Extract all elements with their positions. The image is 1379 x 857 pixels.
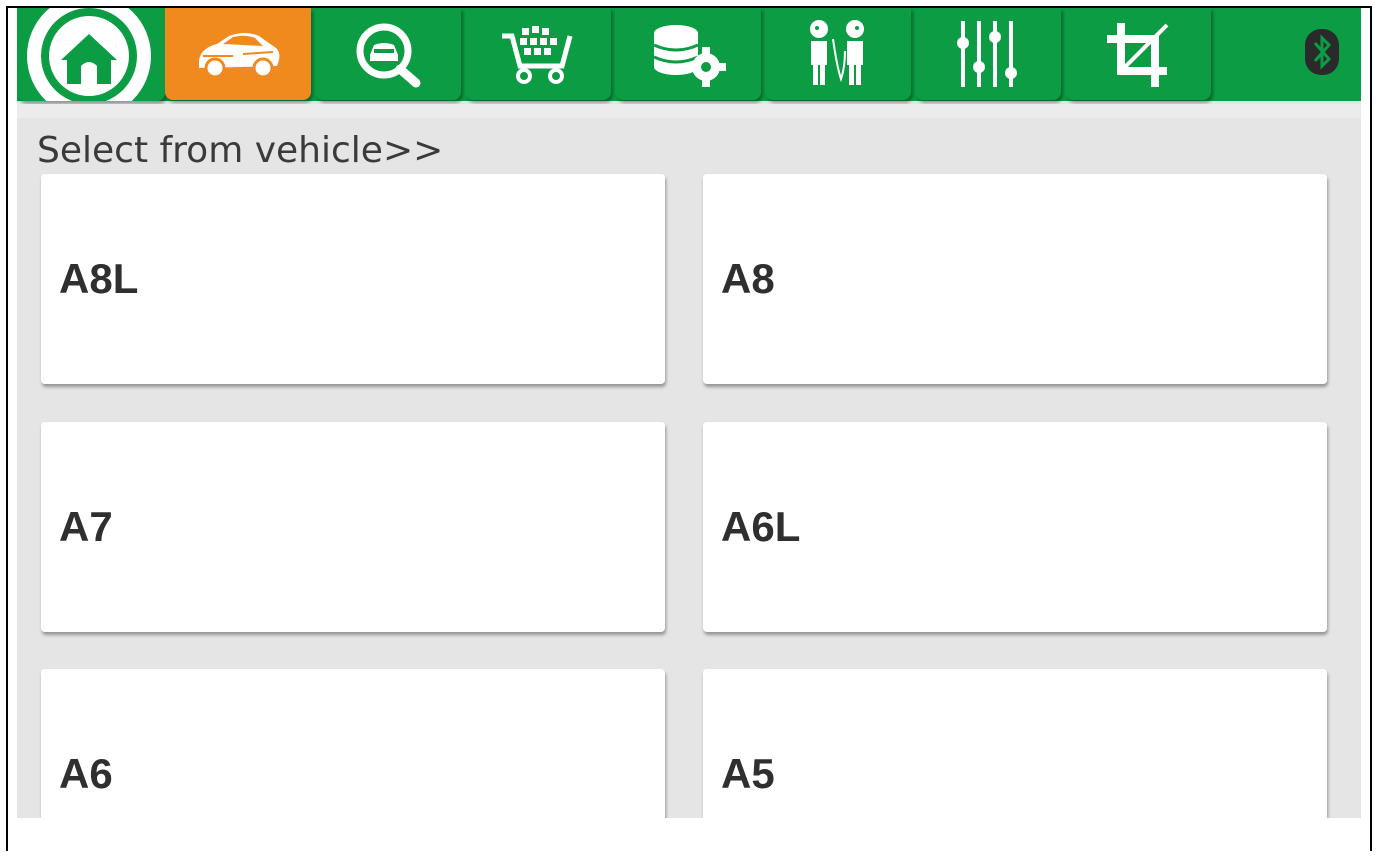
tab-home[interactable]	[17, 8, 165, 101]
tab-data[interactable]	[615, 8, 761, 100]
tab-settings[interactable]	[915, 8, 1061, 100]
top-toolbar	[17, 8, 1361, 101]
vehicle-label: A5	[721, 750, 775, 797]
people-talking-icon	[803, 17, 873, 91]
tab-crop[interactable]	[1065, 8, 1211, 100]
vehicle-label: A6	[59, 750, 113, 797]
database-gear-icon	[646, 19, 730, 89]
toolbar-shadow	[17, 104, 1361, 118]
vehicle-card[interactable]: A8	[703, 174, 1327, 384]
app-screen: Select from vehicle>> A8L A8 A7 A6L A6 A…	[17, 8, 1361, 818]
vehicle-card[interactable]: A8L	[41, 174, 665, 384]
bluetooth-icon	[1305, 29, 1339, 80]
crop-icon	[1101, 17, 1175, 91]
vehicle-label: A6L	[721, 503, 801, 550]
vehicle-card[interactable]: A5	[703, 669, 1327, 818]
vehicle-card[interactable]: A6	[41, 669, 665, 818]
vehicle-card[interactable]: A7	[41, 422, 665, 632]
home-icon	[17, 8, 165, 101]
tab-vehicle[interactable]	[165, 8, 311, 100]
vehicle-label: A8L	[59, 255, 139, 302]
breadcrumb: Select from vehicle>>	[37, 130, 444, 171]
vehicle-label: A7	[59, 503, 113, 550]
sliders-icon	[953, 17, 1023, 91]
tab-support[interactable]	[765, 8, 911, 100]
car-icon	[193, 26, 283, 82]
car-search-icon	[348, 19, 428, 89]
vehicle-card[interactable]: A6L	[703, 422, 1327, 632]
cart-icon	[498, 22, 578, 86]
vehicle-label: A8	[721, 255, 775, 302]
tab-diagnose[interactable]	[315, 8, 461, 100]
bluetooth-status[interactable]	[1217, 8, 1361, 101]
tab-shop[interactable]	[465, 8, 611, 100]
